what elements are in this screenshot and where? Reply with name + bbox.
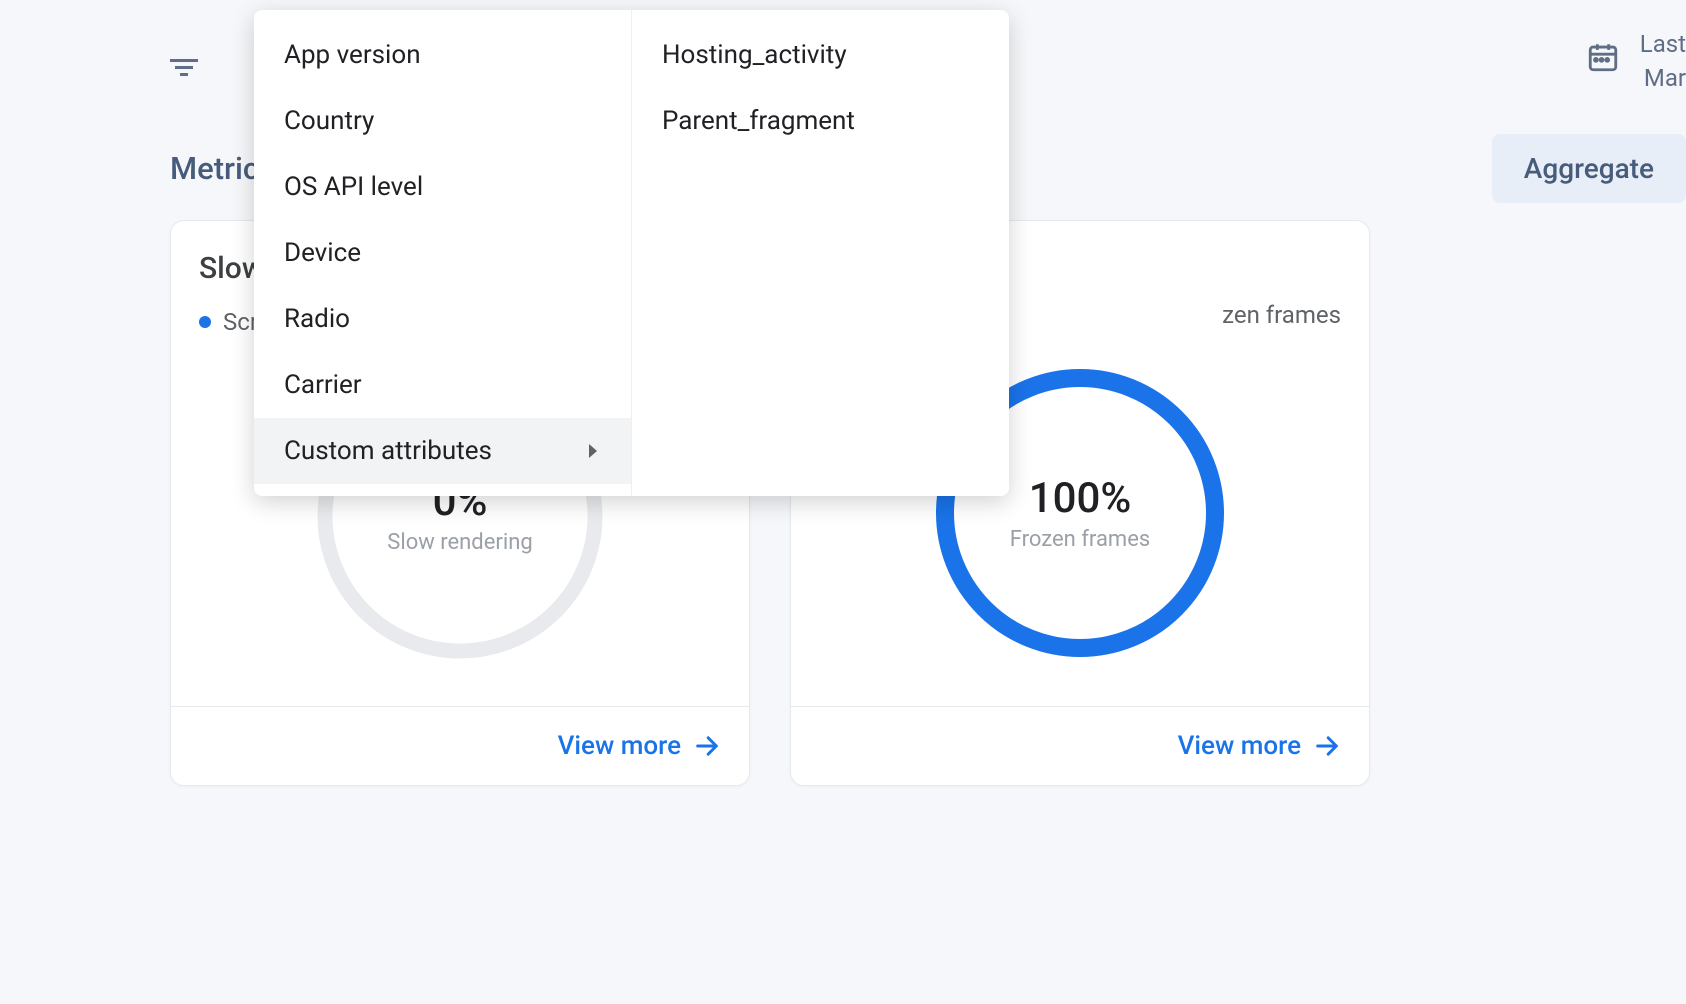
view-more-button[interactable]: View more bbox=[791, 706, 1369, 785]
card-subtitle: zen frames bbox=[1222, 301, 1341, 329]
menu-item-parent-fragment[interactable]: Parent_fragment bbox=[632, 88, 1009, 154]
filter-icon[interactable] bbox=[170, 53, 198, 81]
menu-item-label: Custom attributes bbox=[284, 436, 492, 466]
menu-item-label: Device bbox=[284, 238, 361, 268]
arrow-right-icon bbox=[693, 732, 721, 760]
menu-item-os-api-level[interactable]: OS API level bbox=[254, 154, 631, 220]
date-range[interactable]: Last Mar bbox=[1586, 30, 1686, 92]
menu-item-label: OS API level bbox=[284, 172, 423, 202]
menu-item-radio[interactable]: Radio bbox=[254, 286, 631, 352]
arrow-right-icon bbox=[1313, 732, 1341, 760]
menu-item-custom-attributes[interactable]: Custom attributes bbox=[254, 418, 631, 484]
view-more-label: View more bbox=[558, 731, 681, 761]
date-line-2: Mar bbox=[1644, 64, 1686, 92]
menu-item-carrier[interactable]: Carrier bbox=[254, 352, 631, 418]
view-more-label: View more bbox=[1178, 731, 1301, 761]
gauge-percent: 100% bbox=[1029, 474, 1132, 523]
aggregate-button[interactable]: Aggregate bbox=[1492, 134, 1686, 203]
view-more-button[interactable]: View more bbox=[171, 706, 749, 785]
menu-item-app-version[interactable]: App version bbox=[254, 22, 631, 88]
menu-item-label: Country bbox=[284, 106, 374, 136]
menu-item-hosting-activity[interactable]: Hosting_activity bbox=[632, 22, 1009, 88]
date-line-1: Last bbox=[1640, 30, 1686, 58]
menu-item-label: Parent_fragment bbox=[662, 106, 855, 136]
menu-item-label: Carrier bbox=[284, 370, 362, 400]
menu-item-label: Radio bbox=[284, 304, 350, 334]
gauge-label: Frozen frames bbox=[1010, 527, 1150, 552]
legend-dot bbox=[199, 316, 211, 328]
chevron-right-icon bbox=[589, 444, 597, 458]
gauge-label: Slow rendering bbox=[387, 530, 532, 555]
menu-item-device[interactable]: Device bbox=[254, 220, 631, 286]
filter-menu: App version Country OS API level Device Radi… bbox=[254, 10, 1009, 496]
calendar-icon bbox=[1586, 40, 1620, 74]
card-subtitle: Scr bbox=[223, 308, 258, 336]
menu-item-label: Hosting_activity bbox=[662, 40, 847, 70]
menu-item-label: App version bbox=[284, 40, 421, 70]
menu-item-country[interactable]: Country bbox=[254, 88, 631, 154]
